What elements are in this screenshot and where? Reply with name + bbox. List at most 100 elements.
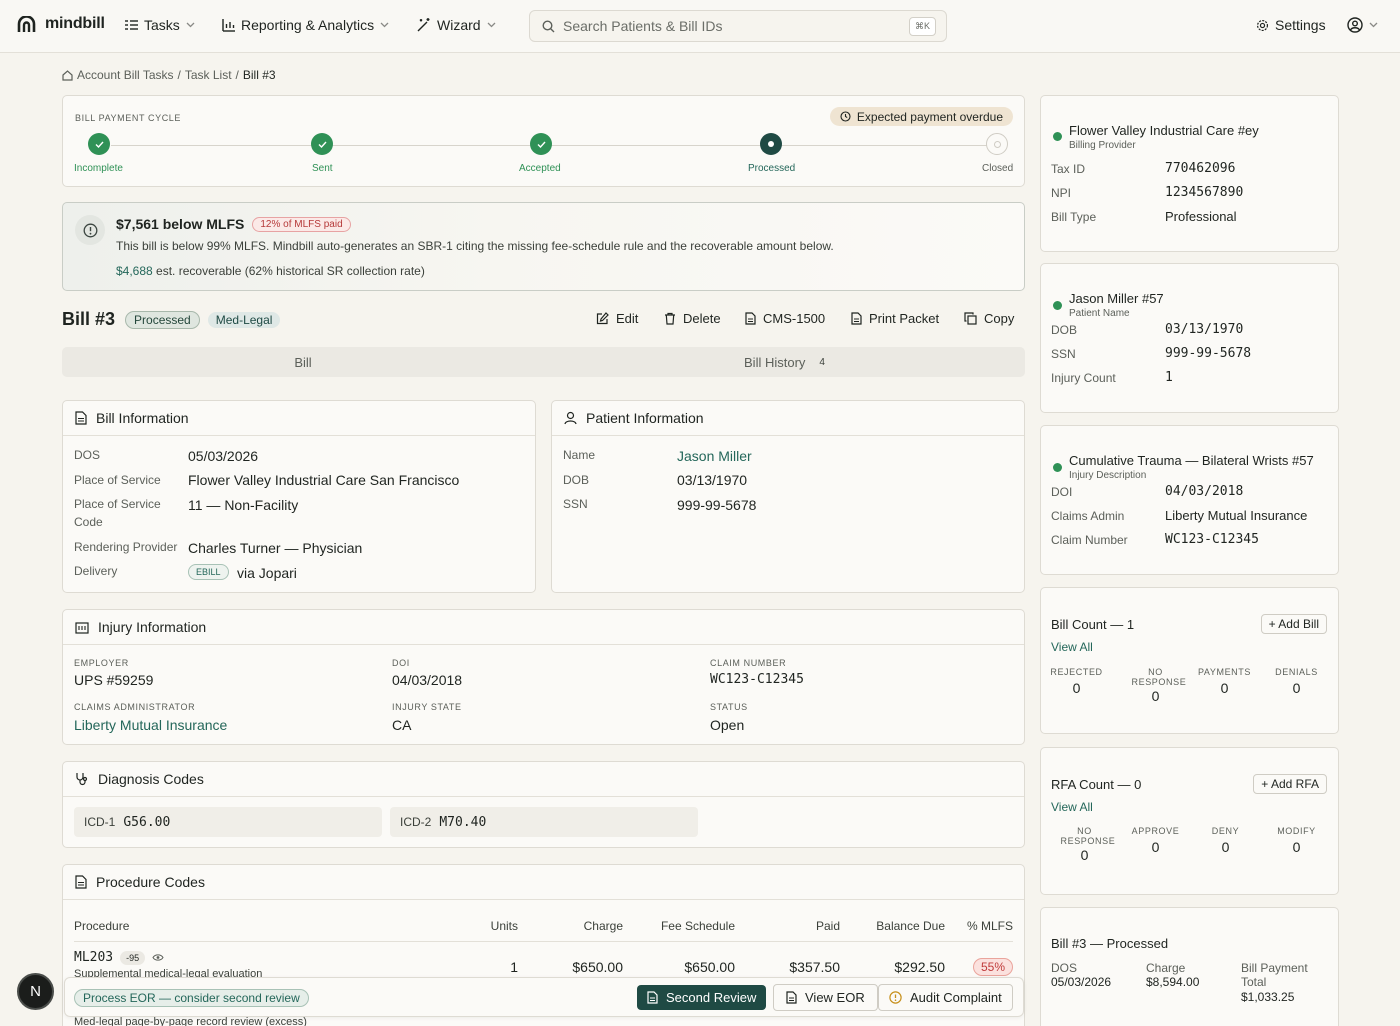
action-bar: Process EOR — consider second review Sec… (64, 977, 1024, 1017)
diagnosis-code-chip: ICD-2 M70.40 (390, 807, 698, 837)
modifier-badge: -95 (120, 950, 146, 965)
second-review-button[interactable]: Second Review (637, 985, 767, 1010)
tab-bill[interactable]: Bill (62, 347, 544, 377)
injury-count-value: 1 (1165, 370, 1173, 385)
card-header: Procedure Codes (63, 865, 1024, 900)
rendering-provider-label: Rendering Provider (74, 540, 178, 554)
provider-sub: Billing Provider (1069, 140, 1136, 151)
gear-icon (1256, 19, 1269, 31)
icd-value: G56.00 (123, 814, 171, 830)
shortcut-hint: ⌘K (908, 17, 936, 36)
trash-icon (665, 312, 675, 325)
dos-label: DOS (74, 448, 101, 462)
card-title: Diagnosis Codes (98, 771, 204, 787)
pos-label: Place of Service (74, 473, 161, 487)
stat-label: MODIFY (1277, 826, 1316, 836)
status-dot (1053, 132, 1062, 141)
claim-number-label: Claim Number (1051, 533, 1128, 547)
stat: DENY 0 (1190, 826, 1261, 855)
nav-reporting-label: Reporting & Analytics (241, 17, 375, 33)
tab-bill-history[interactable]: Bill History 4 (544, 347, 1025, 377)
bill-count-title: Bill Count — 1 (1051, 617, 1135, 632)
stat-label: NO RESPONSE (1060, 826, 1116, 846)
delete-button[interactable]: Delete (664, 311, 721, 326)
patient-name-link[interactable]: Jason Miller (677, 448, 752, 464)
view-all-rfa-link[interactable]: View All (1051, 800, 1093, 814)
stat-label: DENY (1211, 826, 1240, 836)
overdue-badge: Expected payment overdue (829, 107, 1013, 126)
view-eor-label: View EOR (805, 990, 865, 1005)
bill-tabs: Bill Bill History 4 (62, 347, 1025, 377)
stat-label: NO RESPONSE (1131, 667, 1187, 687)
assistant-fab[interactable]: N (17, 973, 54, 1010)
check-icon (95, 141, 104, 148)
bill-summary-title: Bill #3 — Processed (1051, 936, 1169, 951)
stat-label: DENIALS (1275, 667, 1318, 677)
user-menu[interactable] (1347, 17, 1378, 33)
overdue-text: Expected payment overdue (856, 109, 1003, 124)
rendering-provider-value: Charles Turner — Physician (188, 540, 363, 556)
doi-value: 04/03/2018 (1165, 484, 1244, 499)
tax-id-value: 770462096 (1165, 161, 1236, 176)
stat-value: 0 (1080, 847, 1089, 863)
step-processed-marker (760, 133, 782, 155)
status-dot (1053, 463, 1062, 472)
procedure-code: ML203 -95 (74, 950, 164, 965)
add-bill-button[interactable]: + Add Bill (1260, 614, 1327, 634)
step-label: Incomplete (74, 163, 123, 174)
injury-count-label: Injury Count (1051, 371, 1116, 385)
injury-summary-card: Cumulative Trauma — Bilateral Wrists #57… (1040, 425, 1339, 575)
breadcrumb-item[interactable]: Account Bill Tasks (77, 68, 174, 82)
search-input[interactable]: Search Patients & Bill IDs ⌘K (529, 10, 947, 42)
nav-tasks-label: Tasks (144, 17, 180, 33)
patient-information-card: Patient Information Name Jason Miller DO… (551, 400, 1025, 593)
bill-payment-total-value: $1,033.25 (1241, 990, 1295, 1004)
dos-value: 05/03/2026 (188, 448, 259, 464)
breadcrumb-item[interactable]: Task List (185, 68, 232, 82)
view-eor-button[interactable]: View EOR (773, 984, 878, 1011)
ebill-badge: EBILL (188, 564, 229, 580)
doi-label: DOI (392, 658, 410, 668)
audit-complaint-button[interactable]: Audit Complaint (878, 984, 1013, 1011)
bill-type-value: Professional (1165, 209, 1237, 224)
edit-button[interactable]: Edit (596, 311, 638, 326)
payment-cycle-card: BILL PAYMENT CYCLE Expected payment over… (62, 95, 1025, 187)
nav-tasks[interactable]: Tasks (125, 17, 195, 33)
action-hint: Process EOR — consider second review (74, 989, 309, 1007)
print-packet-label: Print Packet (869, 311, 940, 326)
settings-label: Settings (1275, 17, 1326, 33)
patient-name: Jason Miller #57 (1069, 291, 1164, 306)
tax-id-label: Tax ID (1051, 162, 1086, 176)
pct-mlfs-badge: 55% (972, 958, 1013, 976)
nav-wizard-label: Wizard (437, 17, 481, 33)
document-icon (75, 875, 87, 889)
settings-button[interactable]: Settings (1256, 17, 1326, 33)
list-icon (125, 20, 138, 30)
step-label: Accepted (519, 163, 561, 174)
cms1500-label: CMS-1500 (763, 311, 826, 326)
cms1500-button[interactable]: CMS-1500 (745, 311, 825, 326)
nav-wizard[interactable]: Wizard (417, 17, 496, 33)
logo[interactable]: mindbill (17, 15, 105, 33)
injury-state-value: CA (392, 717, 412, 733)
claims-admin-link[interactable]: Liberty Mutual Insurance (74, 717, 227, 733)
npi-value: 1234567890 (1165, 185, 1244, 200)
user-circle-icon (1347, 17, 1363, 33)
alert-circle-icon (83, 223, 97, 237)
print-packet-button[interactable]: Print Packet (851, 311, 939, 326)
claim-number-value: WC123-C12345 (1165, 532, 1259, 547)
dob-label: DOB (563, 473, 590, 487)
edit-label: Edit (616, 311, 639, 326)
copy-button[interactable]: Copy (964, 311, 1014, 326)
nav-reporting[interactable]: Reporting & Analytics (222, 17, 389, 33)
stat: DENIALS 0 (1261, 667, 1332, 696)
add-rfa-button[interactable]: + Add RFA (1253, 774, 1327, 794)
step-label: Sent (312, 163, 333, 174)
info-icon-wrap (75, 215, 105, 245)
bill-information-card: Bill Information DOS 05/03/2026 Place of… (62, 400, 536, 593)
bill-header: Bill #3 Processed Med-Legal (62, 309, 281, 330)
view-all-bills-link[interactable]: View All (1051, 640, 1093, 654)
eye-icon[interactable] (152, 953, 164, 962)
breadcrumb-current: Bill #3 (242, 68, 276, 82)
col-procedure: Procedure (74, 919, 130, 933)
